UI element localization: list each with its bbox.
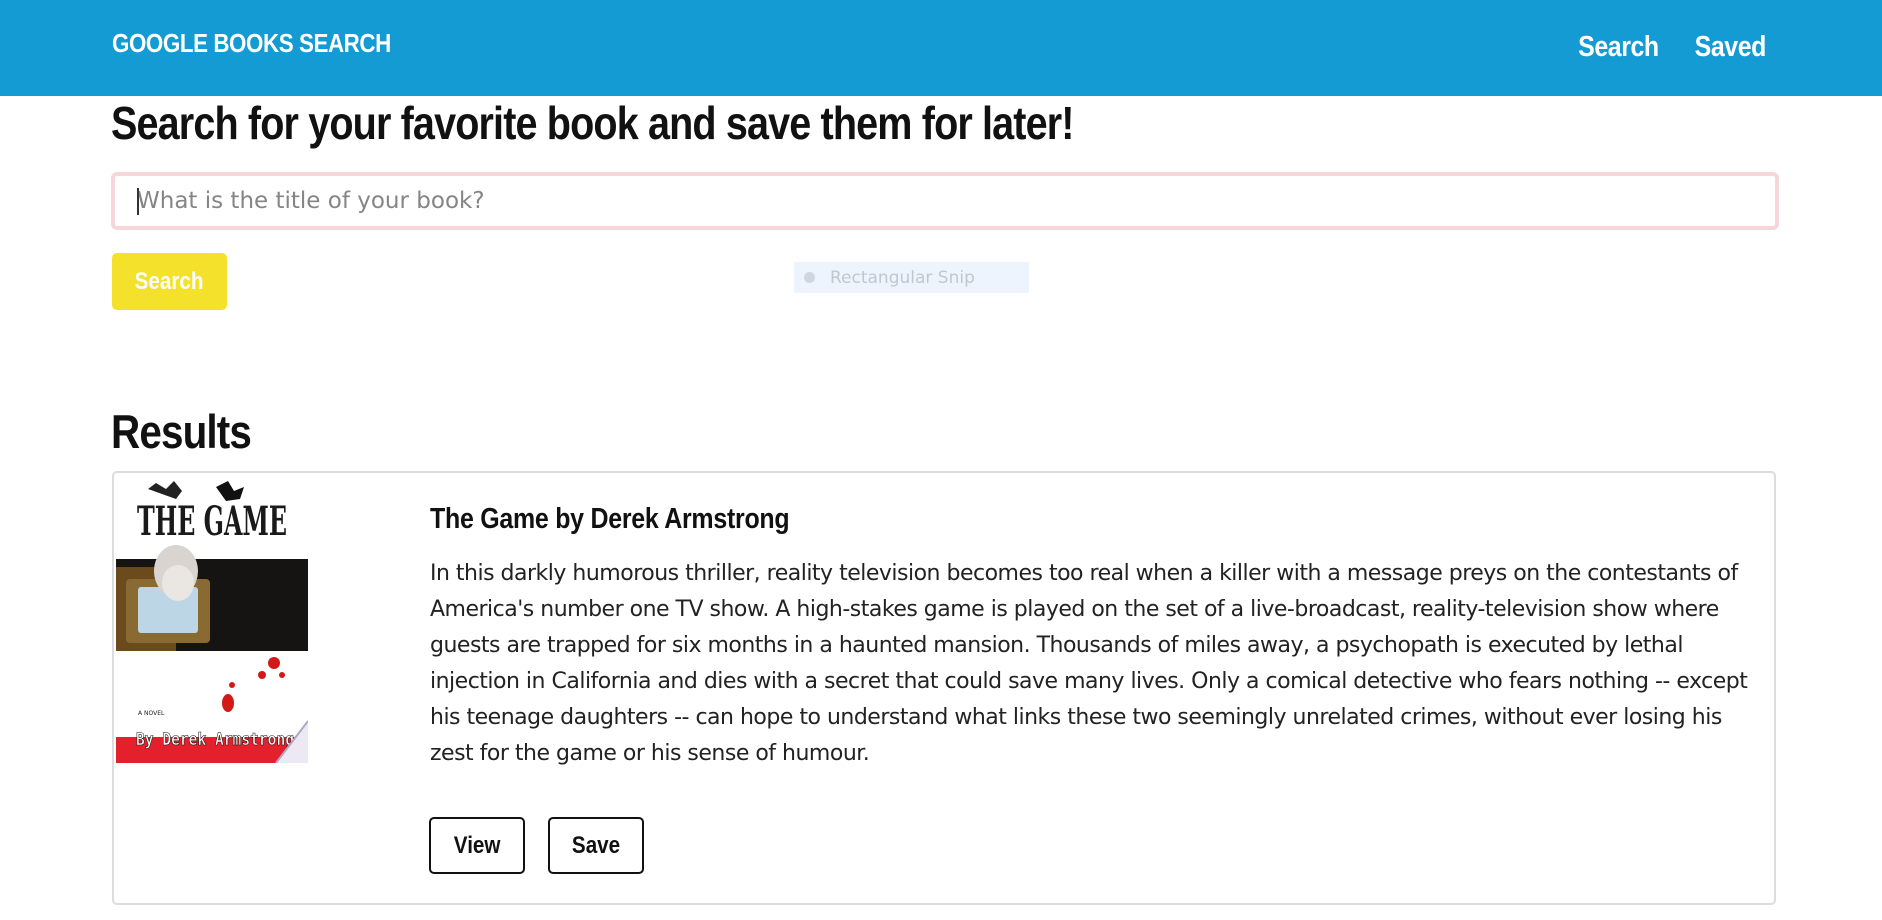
nav-link-search[interactable]: Search (1578, 31, 1659, 64)
book-cover-image: THE GAME A NOVEL By Derek Armstrong (116, 475, 308, 763)
cover-title-text: THE GAME (137, 498, 287, 545)
search-button[interactable]: Search (112, 253, 227, 310)
nav-link-saved[interactable]: Saved (1695, 31, 1767, 64)
view-button[interactable]: View (429, 817, 525, 874)
text-caret (137, 188, 139, 215)
book-title-input[interactable] (111, 172, 1779, 230)
snip-overlay[interactable]: Rectangular Snip (794, 262, 1029, 293)
result-card: THE GAME A NOVEL By Derek Armstrong The … (112, 471, 1776, 905)
nav-links: Search Saved (1565, 31, 1766, 64)
snip-overlay-label: Rectangular Snip (830, 267, 975, 288)
search-button-label: Search (135, 267, 204, 295)
results-title: Results (111, 405, 252, 458)
save-button-label: Save (571, 831, 621, 859)
brand-title[interactable]: GOOGLE BOOKS SEARCH (112, 28, 391, 59)
book-description: In this darkly humorous thriller, realit… (430, 561, 1748, 766)
navbar: GOOGLE BOOKS SEARCH Search Saved (0, 0, 1882, 96)
cover-author-text: By Derek Armstrong (136, 730, 294, 750)
page-heading: Search for your favorite book and save t… (111, 97, 1074, 149)
view-button-label: View (453, 831, 501, 859)
snip-radio-icon (804, 272, 815, 283)
book-title: The Game by Derek Armstrong (430, 503, 790, 535)
save-button[interactable]: Save (548, 817, 644, 874)
cover-tagline-text: A NOVEL (138, 710, 165, 717)
